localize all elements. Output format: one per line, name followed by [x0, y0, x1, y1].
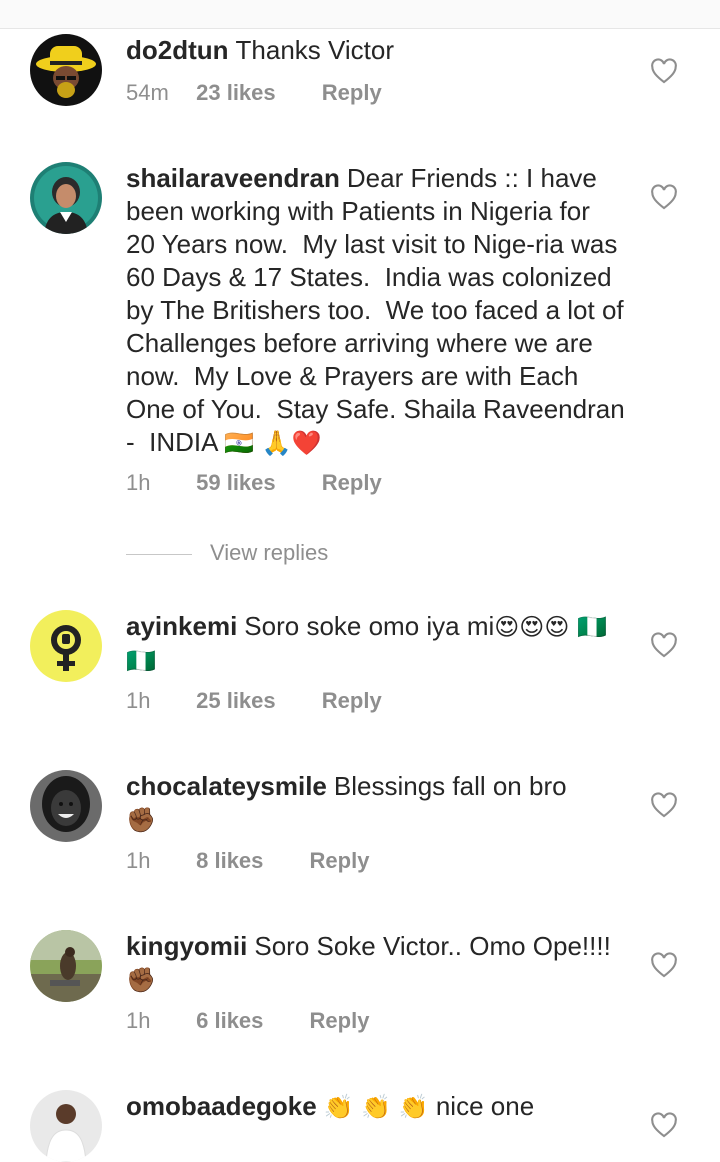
- avatar[interactable]: [30, 930, 102, 1002]
- comment-body: shailaraveendran Dear Friends :: I have b…: [126, 162, 626, 460]
- heart-icon[interactable]: [650, 952, 678, 978]
- view-replies-label: View replies: [210, 540, 329, 565]
- comment-likes[interactable]: 23 likes: [196, 80, 276, 106]
- avatar[interactable]: [30, 34, 102, 106]
- reply-button[interactable]: Reply: [310, 1008, 370, 1034]
- avatar-yellow-hat-man-icon: [30, 34, 102, 106]
- comment-likes[interactable]: 59 likes: [196, 470, 276, 496]
- avatar[interactable]: [30, 1090, 102, 1162]
- avatar-woman-portrait-icon: [30, 162, 102, 234]
- heart-icon[interactable]: [650, 58, 678, 84]
- reply-button[interactable]: Reply: [322, 80, 382, 106]
- reply-button[interactable]: Reply: [322, 470, 382, 496]
- comment-meta: 1h 25 likes Reply: [126, 688, 382, 714]
- comment-text: Blessings fall on bro: [333, 771, 567, 801]
- avatar-female-symbol-fist-icon: [30, 610, 102, 682]
- reply-button[interactable]: Reply: [310, 848, 370, 874]
- comment-username[interactable]: omobaadegoke: [126, 1091, 317, 1121]
- comment-emoji: ✊🏾: [126, 806, 156, 834]
- avatar[interactable]: [30, 162, 102, 234]
- comment-time: 1h: [126, 688, 151, 713]
- comment-body: do2dtun Thanks Victor: [126, 34, 626, 67]
- comment-meta: 1h 8 likes Reply: [126, 848, 369, 874]
- comment-likes[interactable]: 6 likes: [196, 1008, 263, 1034]
- divider: [126, 553, 192, 555]
- avatar[interactable]: [30, 610, 102, 682]
- comment-time: 1h: [126, 848, 151, 873]
- heart-icon[interactable]: [650, 632, 678, 658]
- comment-text: nice one: [428, 1091, 535, 1121]
- top-bar: [0, 0, 720, 29]
- reply-button[interactable]: Reply: [322, 688, 382, 714]
- comment-body: omobaadegoke 👏 👏 👏 nice one: [126, 1090, 626, 1124]
- comment-username[interactable]: do2dtun: [126, 35, 229, 65]
- view-replies-button[interactable]: View replies: [126, 540, 328, 570]
- comment-time: 1h: [126, 1008, 151, 1033]
- comment-emoji: 👏 👏 👏: [323, 1093, 429, 1121]
- comment-username[interactable]: kingyomii: [126, 931, 247, 961]
- comment-meta: 54m 23 likes Reply: [126, 80, 382, 106]
- avatar-smiling-woman-icon: [30, 770, 102, 842]
- avatar[interactable]: [30, 770, 102, 842]
- comment-username[interactable]: chocalateysmile: [126, 771, 327, 801]
- comment-text: Thanks Victor: [235, 35, 395, 65]
- comment-time: 1h: [126, 470, 151, 495]
- comment-text: Soro Soke Victor.. Omo Ope!!!!: [254, 931, 619, 961]
- avatar-man-portrait-icon: [30, 1090, 102, 1162]
- comment-body: ayinkemi Soro soke omo iya mi😍😍😍 🇳🇬🇳🇬: [126, 610, 626, 678]
- comment-meta: 1h 59 likes Reply: [126, 470, 382, 496]
- heart-icon[interactable]: [650, 1112, 678, 1138]
- comment-emoji: 🇮🇳 🙏❤️: [224, 429, 322, 457]
- heart-icon[interactable]: [650, 184, 678, 210]
- heart-icon[interactable]: [650, 792, 678, 818]
- avatar-outdoor-photo-icon: [30, 930, 102, 1002]
- comment-time: 54m: [126, 80, 169, 105]
- comment-text: Soro soke omo iya mi: [244, 611, 495, 641]
- comment-emoji: ✊🏾: [126, 966, 156, 994]
- comment-likes[interactable]: 25 likes: [196, 688, 276, 714]
- comment-username[interactable]: ayinkemi: [126, 611, 237, 641]
- comment-username[interactable]: shailaraveendran: [126, 163, 340, 193]
- comment-text: Dear Friends :: I have been working with…: [126, 163, 632, 457]
- comment-body: kingyomii Soro Soke Victor.. Omo Ope!!!! …: [126, 930, 626, 997]
- comment-likes[interactable]: 8 likes: [196, 848, 263, 874]
- comment-meta: 1h 6 likes Reply: [126, 1008, 369, 1034]
- comment-body: chocalateysmile Blessings fall on bro ✊🏾: [126, 770, 626, 837]
